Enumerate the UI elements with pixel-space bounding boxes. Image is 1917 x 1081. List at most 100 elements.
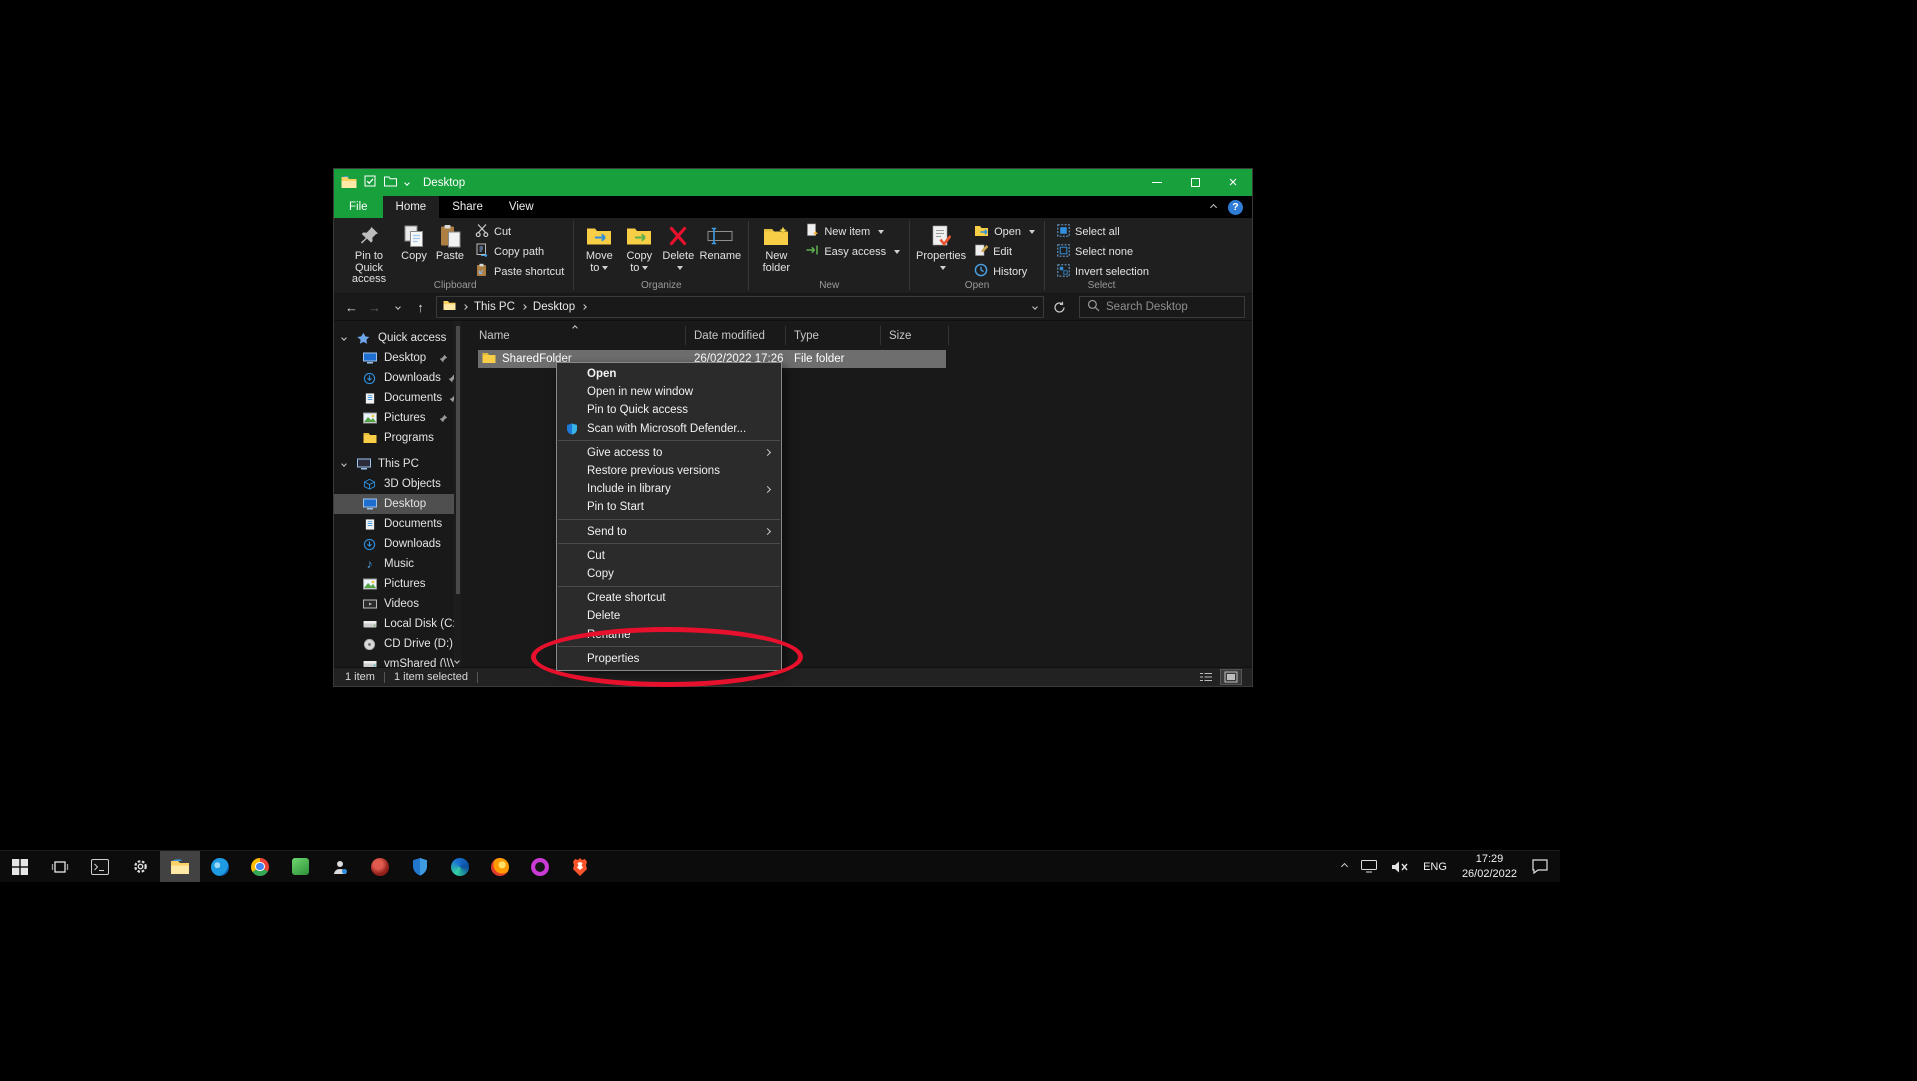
sidebar-item-music[interactable]: ♪ Music — [334, 554, 461, 574]
properties-button[interactable]: Properties — [915, 220, 967, 274]
rename-button[interactable]: Rename — [697, 220, 743, 263]
qat-new-folder-icon[interactable] — [384, 176, 397, 190]
column-header-name[interactable]: Name — [461, 326, 686, 345]
details-view-button[interactable] — [1196, 670, 1216, 684]
security-shield-app-icon[interactable] — [400, 851, 440, 882]
display-tray-icon[interactable] — [1354, 851, 1384, 882]
breadcrumb-this-pc[interactable]: This PC — [474, 301, 515, 313]
breadcrumb-desktop[interactable]: Desktop — [533, 301, 575, 313]
breadcrumb-chevron-icon[interactable] — [581, 304, 587, 310]
open-button[interactable]: Open — [970, 222, 1039, 241]
action-center-icon[interactable] — [1525, 851, 1555, 882]
new-folder-button[interactable]: New folder — [754, 220, 798, 274]
tab-share[interactable]: Share — [439, 196, 496, 218]
breadcrumb-chevron-icon[interactable] — [521, 304, 527, 310]
invert-selection-button[interactable]: Invert selection — [1053, 262, 1153, 281]
tab-view[interactable]: View — [496, 196, 547, 218]
copy-to-button[interactable]: Copy to — [619, 220, 659, 274]
sidebar-item-local-disk-c[interactable]: Local Disk (C:) — [334, 614, 461, 634]
pin-to-quick-access-button[interactable]: Pin to Quick access — [342, 220, 396, 286]
edit-button[interactable]: Edit — [970, 242, 1039, 261]
brave-icon[interactable] — [560, 851, 600, 882]
context-menu-item-include-in-library[interactable]: Include in library — [557, 480, 781, 498]
context-menu-item-open[interactable]: Open — [557, 365, 781, 383]
close-button[interactable]: × — [1214, 169, 1252, 196]
context-menu-item-properties[interactable]: Properties — [557, 650, 781, 668]
search-input[interactable] — [1106, 301, 1237, 313]
sidebar-item-pictures[interactable]: Pictures — [334, 574, 461, 594]
sidebar-item-downloads[interactable]: Downloads — [334, 534, 461, 554]
start-button[interactable] — [0, 851, 40, 882]
context-menu-item-create-shortcut[interactable]: Create shortcut — [557, 589, 781, 607]
search-box[interactable] — [1079, 296, 1245, 318]
taskbar-clock[interactable]: 17:29 26/02/2022 — [1454, 851, 1525, 882]
forward-button[interactable]: → — [364, 297, 385, 318]
recent-locations-dropdown-icon[interactable] — [387, 297, 408, 318]
sidebar-item-quick-access[interactable]: Quick access — [334, 328, 461, 348]
easy-access-button[interactable]: Easy access — [801, 242, 904, 261]
breadcrumb-chevron-icon[interactable] — [462, 304, 468, 310]
help-icon[interactable]: ? — [1228, 200, 1243, 215]
cut-button[interactable]: Cut — [471, 222, 568, 241]
select-none-button[interactable]: Select none — [1053, 242, 1153, 261]
context-menu-item-pin-to-quick-access[interactable]: Pin to Quick access — [557, 401, 781, 419]
move-to-button[interactable]: Move to — [579, 220, 619, 274]
volume-muted-icon[interactable] — [1384, 851, 1416, 882]
scroll-down-icon[interactable] — [454, 658, 460, 664]
file-menu-button[interactable]: File — [334, 196, 383, 218]
sidebar-item-desktop[interactable]: Desktop — [334, 494, 461, 514]
delete-button[interactable]: Delete — [659, 220, 697, 274]
paste-shortcut-button[interactable]: Paste shortcut — [471, 262, 568, 281]
expander-icon[interactable] — [341, 335, 347, 341]
paste-button[interactable]: Paste — [432, 220, 468, 263]
column-header-type[interactable]: Type — [786, 326, 881, 345]
sidebar-item-pictures-qa[interactable]: Pictures — [334, 408, 461, 428]
context-menu-item-give-access-to[interactable]: Give access to — [557, 444, 781, 462]
sidebar-scrollbar[interactable] — [454, 321, 461, 667]
column-header-date-modified[interactable]: Date modified — [686, 326, 786, 345]
sidebar-item-desktop-qa[interactable]: Desktop — [334, 348, 461, 368]
firefox-icon[interactable] — [480, 851, 520, 882]
context-menu-item-copy[interactable]: Copy — [557, 565, 781, 583]
file-explorer-taskbar-icon[interactable] — [160, 851, 200, 882]
context-menu-item-cut[interactable]: Cut — [557, 547, 781, 565]
back-button[interactable]: ← — [341, 297, 362, 318]
copy-path-button[interactable]: Copy path — [471, 242, 568, 261]
tray-expand-icon[interactable] — [1335, 851, 1354, 882]
context-menu-item-pin-to-start[interactable]: Pin to Start — [557, 498, 781, 516]
settings-gear-icon[interactable] — [120, 851, 160, 882]
minimize-button[interactable] — [1138, 169, 1176, 196]
context-menu-item-send-to[interactable]: Send to — [557, 523, 781, 541]
address-history-dropdown-icon[interactable] — [1032, 304, 1038, 310]
context-menu-item-scan-with-defender[interactable]: Scan with Microsoft Defender... — [557, 420, 781, 438]
refresh-icon[interactable] — [1048, 296, 1070, 318]
chrome-icon[interactable] — [240, 851, 280, 882]
sidebar-item-documents[interactable]: Documents — [334, 514, 461, 534]
sidebar-item-vmshared[interactable]: vmShared (\\VB — [334, 654, 461, 667]
sidebar-item-videos[interactable]: Videos — [334, 594, 461, 614]
terminal-icon[interactable] — [80, 851, 120, 882]
purple-ring-app-icon[interactable] — [520, 851, 560, 882]
context-menu-item-open-in-new-window[interactable]: Open in new window — [557, 383, 781, 401]
copy-button[interactable]: Copy — [396, 220, 432, 263]
column-header-size[interactable]: Size — [881, 326, 949, 345]
edge-swirl-app-icon[interactable] — [440, 851, 480, 882]
qat-customize-dropdown-icon[interactable] — [404, 180, 410, 186]
context-menu-item-rename[interactable]: Rename — [557, 625, 781, 643]
history-button[interactable]: History — [970, 262, 1039, 281]
up-button[interactable]: ↑ — [410, 297, 431, 318]
select-all-button[interactable]: Select all — [1053, 222, 1153, 241]
tab-home[interactable]: Home — [383, 196, 440, 218]
sidebar-item-documents-qa[interactable]: Documents — [334, 388, 461, 408]
address-box[interactable]: This PC Desktop — [436, 296, 1044, 318]
maximize-button[interactable] — [1176, 169, 1214, 196]
large-icons-view-button[interactable] — [1221, 670, 1241, 684]
context-menu-item-restore-previous-versions[interactable]: Restore previous versions — [557, 462, 781, 480]
edge-icon[interactable] — [200, 851, 240, 882]
qat-properties-icon[interactable] — [364, 175, 376, 190]
remote-user-app-icon[interactable] — [320, 851, 360, 882]
sidebar-item-this-pc[interactable]: This PC — [334, 454, 461, 474]
new-item-button[interactable]: New item — [801, 222, 904, 241]
sidebar-item-programs-qa[interactable]: Programs — [334, 428, 461, 448]
context-menu-item-delete[interactable]: Delete — [557, 607, 781, 625]
